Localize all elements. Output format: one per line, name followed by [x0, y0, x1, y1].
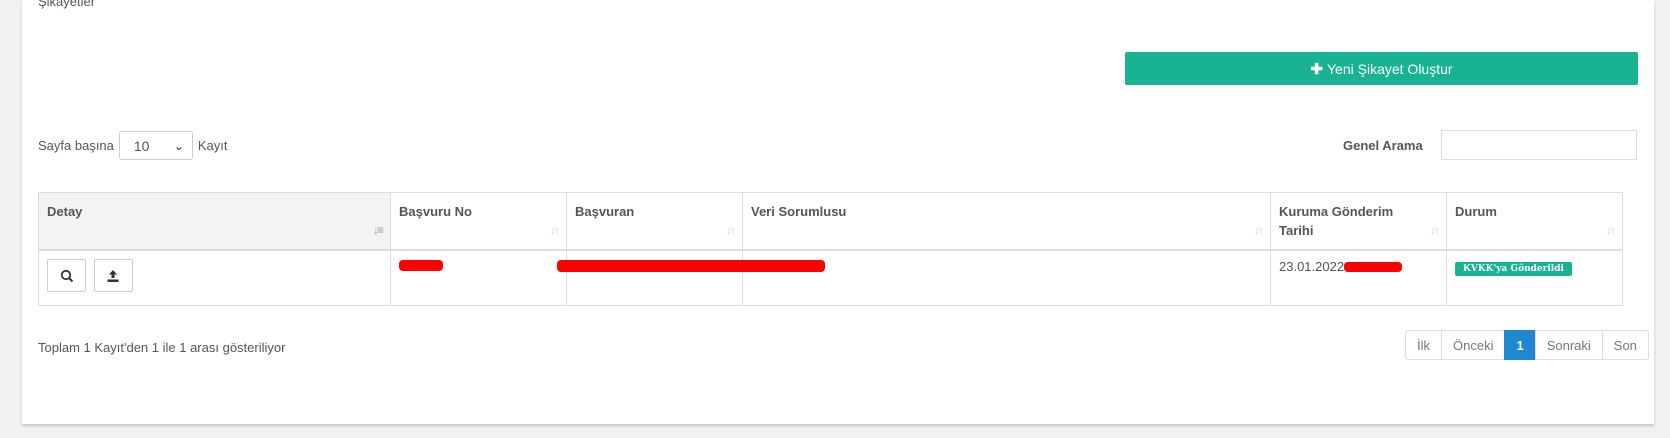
sort-asc-icon: ↓≡	[372, 223, 384, 237]
chevron-down-icon: ⌄	[173, 138, 184, 153]
column-header-send-date[interactable]: Kuruma Gönderim Tarihi ↓↑	[1270, 192, 1447, 251]
status-badge: KVKK'ya Gönderildi	[1455, 262, 1572, 276]
sort-icon: ↓↑	[1430, 223, 1440, 237]
page-length-suffix: Kayıt	[197, 138, 228, 153]
sort-icon: ↓↑	[726, 223, 736, 237]
column-header-data-controller[interactable]: Veri Sorumlusu ↓↑	[742, 192, 1271, 251]
page-length-prefix: Sayfa başına	[38, 138, 114, 153]
page-length-value: 10	[133, 137, 150, 154]
search-input[interactable]	[1440, 130, 1637, 160]
page-first-button[interactable]: İlk	[1405, 330, 1442, 360]
cell-data-controller	[742, 249, 1271, 306]
complaints-table: Detay ↓≡ Başvuru No ↓↑ Başvuran ↓↑ Veri …	[38, 192, 1623, 306]
complaints-panel: Şikayetler ✚ Yeni Şikayet Oluştur Sayfa …	[22, 0, 1654, 424]
global-search: Genel Arama	[1343, 130, 1637, 160]
page-last-button[interactable]: Son	[1601, 330, 1649, 360]
cell-status: KVKK'ya Gönderildi	[1446, 249, 1623, 306]
send-date: 23.01.2022	[1279, 259, 1345, 274]
table-row: 23.01.2022 KVKK'ya Gönderildi	[38, 249, 1623, 306]
view-detail-button[interactable]	[47, 259, 86, 292]
cell-actions	[38, 249, 391, 306]
sort-icon: ↓↑	[550, 223, 560, 237]
page-length-select[interactable]: 10 ⌄	[118, 131, 193, 160]
page-next-button[interactable]: Sonraki	[1534, 330, 1603, 360]
panel-title: Şikayetler	[38, 0, 96, 9]
page-length-control: Sayfa başına 10 ⌄ Kayıt	[38, 131, 228, 160]
upload-button[interactable]	[93, 259, 133, 292]
column-header-detail[interactable]: Detay ↓≡	[38, 192, 391, 251]
new-complaint-button[interactable]: ✚ Yeni Şikayet Oluştur	[1125, 52, 1638, 85]
column-header-applicant[interactable]: Başvuran ↓↑	[566, 192, 743, 251]
cell-application-no	[390, 249, 567, 306]
column-header-status[interactable]: Durum ↓↑	[1446, 192, 1623, 251]
redaction-mark	[399, 260, 443, 271]
sort-icon: ↓↑	[1254, 223, 1264, 237]
page-prev-button[interactable]: Önceki	[1441, 330, 1506, 360]
table-info: Toplam 1 Kayıt'den 1 ile 1 arası gösteri…	[38, 340, 286, 355]
column-header-application-no[interactable]: Başvuru No ↓↑	[390, 192, 567, 251]
search-icon	[60, 269, 73, 282]
search-label: Genel Arama	[1343, 137, 1423, 153]
table-header-row: Detay ↓≡ Başvuru No ↓↑ Başvuran ↓↑ Veri …	[38, 192, 1623, 251]
pagination: İlk Önceki 1 Sonraki Son	[1405, 330, 1649, 360]
new-complaint-label: Yeni Şikayet Oluştur	[1327, 60, 1453, 77]
plus-icon: ✚	[1310, 60, 1323, 78]
redaction-mark	[1344, 262, 1403, 272]
cell-send-date: 23.01.2022	[1270, 249, 1447, 306]
upload-icon	[107, 269, 119, 282]
redaction-mark	[557, 260, 825, 272]
cell-applicant	[557, 249, 825, 306]
page-current-button[interactable]: 1	[1504, 330, 1536, 360]
sort-icon: ↓↑	[1606, 223, 1616, 237]
